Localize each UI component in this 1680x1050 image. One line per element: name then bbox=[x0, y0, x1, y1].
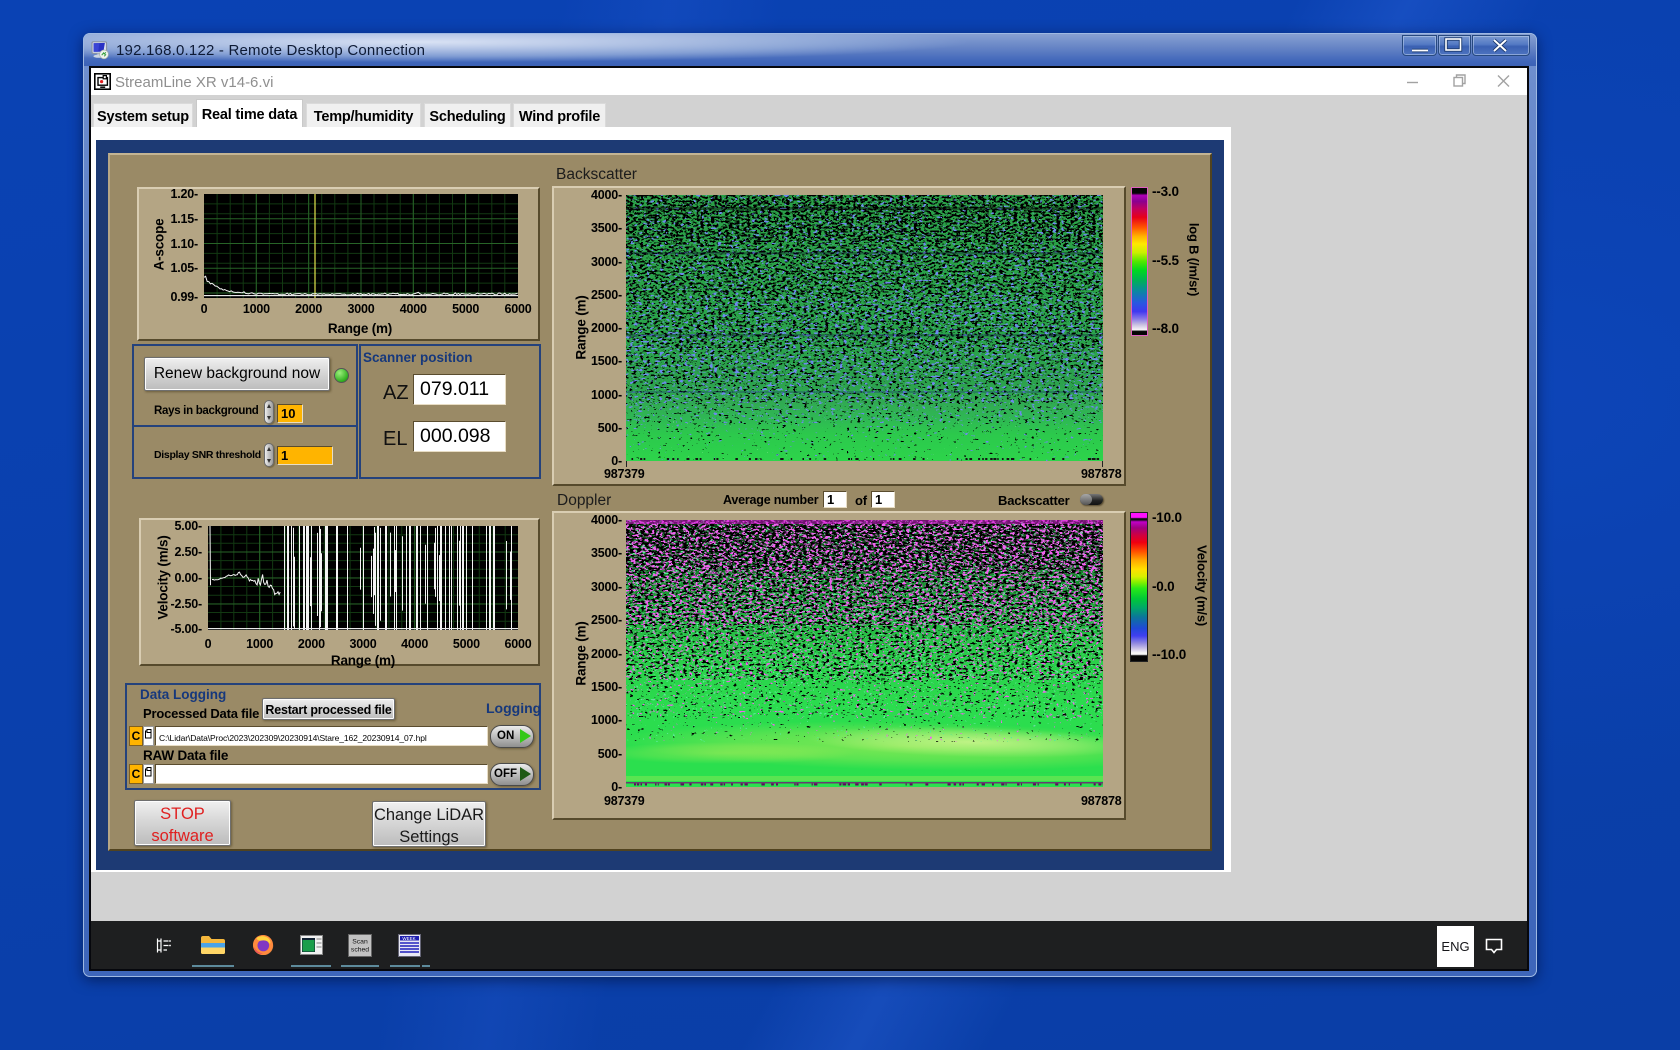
svg-text:sched: sched bbox=[351, 947, 369, 954]
svg-text:WEEK: WEEK bbox=[402, 936, 415, 941]
svg-text:Scan: Scan bbox=[352, 939, 368, 946]
